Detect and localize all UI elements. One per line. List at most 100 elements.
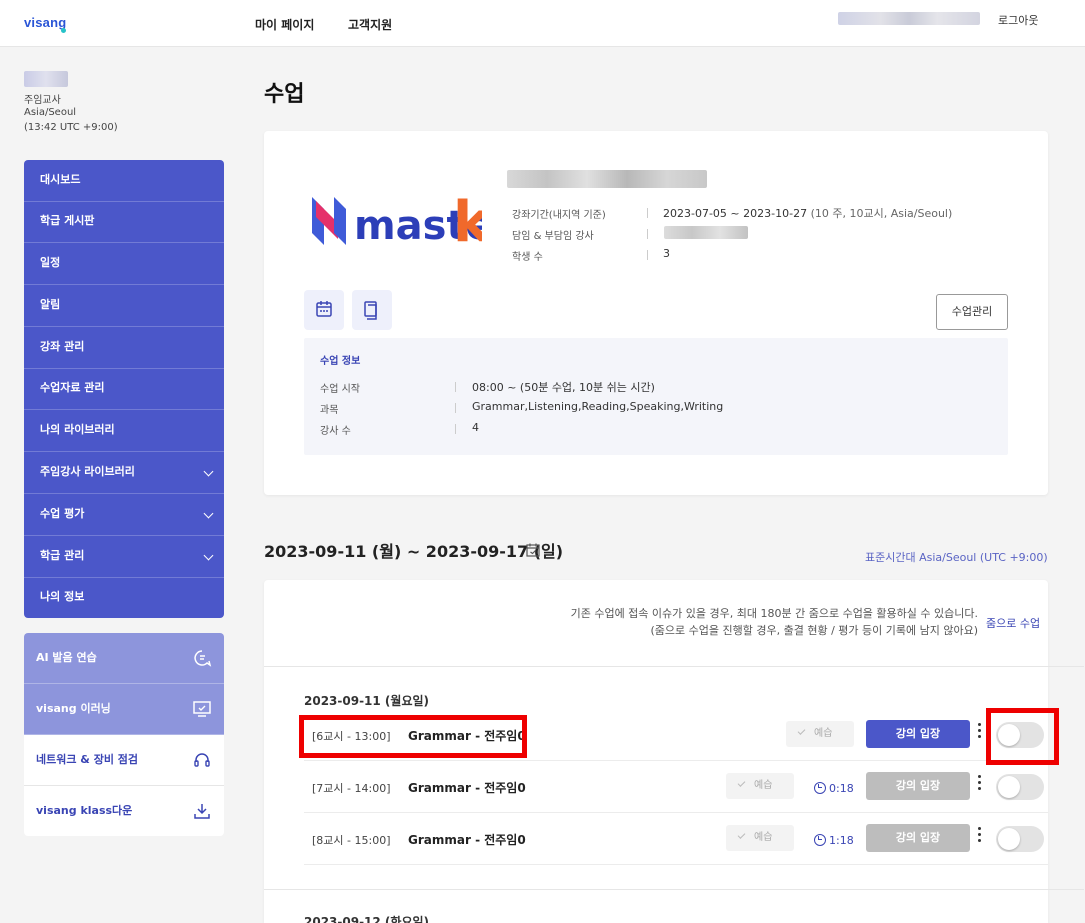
sidebar-item-label: 학급 관리 bbox=[40, 549, 85, 562]
period-label: [6교시 - 13:00] bbox=[312, 730, 391, 743]
students-value: 3 bbox=[663, 247, 670, 260]
sidebar-item-schedule[interactable]: 일정 bbox=[24, 243, 224, 285]
more-options-icon[interactable] bbox=[978, 775, 982, 795]
enter-class-button[interactable]: 강의 입장 bbox=[866, 824, 970, 852]
logout-link[interactable]: 로그아웃 bbox=[998, 12, 1038, 28]
sidebar-item-my-library[interactable]: 나의 라이브러리 bbox=[24, 410, 224, 452]
divider bbox=[264, 666, 1084, 667]
day-label: 2023-09-11 (월요일) bbox=[304, 694, 430, 708]
course-period-label: 강좌기간(내지역 기준) bbox=[512, 210, 606, 221]
teachers-label: 담임 & 부담임 강사 bbox=[512, 231, 594, 242]
preview-button[interactable]: 예습 bbox=[726, 773, 794, 799]
class-toggle[interactable] bbox=[996, 826, 1044, 852]
schedule-card: 기존 수업에 접속 이슈가 있을 경우, 최대 180분 간 줌으로 수업을 활… bbox=[264, 580, 1084, 923]
chevron-down-icon bbox=[203, 508, 214, 519]
preview-label: 예습 bbox=[754, 832, 773, 843]
toggle-knob bbox=[998, 828, 1020, 850]
period-label: [8교시 - 15:00] bbox=[312, 834, 391, 847]
countdown-timer: 0:18 bbox=[814, 782, 854, 795]
timer-value: 1:18 bbox=[829, 834, 854, 847]
class-info-title: 수업 정보 bbox=[320, 356, 361, 367]
students-label: 학생 수 bbox=[512, 252, 543, 263]
subject-label: Grammar - 전주임0 bbox=[408, 729, 526, 743]
class-manage-button[interactable]: 수업관리 bbox=[936, 294, 1008, 330]
more-options-icon[interactable] bbox=[978, 827, 982, 847]
sidebar-item-class-management[interactable]: 학급 관리 bbox=[24, 536, 224, 578]
sidebar-item-materials[interactable]: 수업자료 관리 bbox=[24, 368, 224, 410]
nav-my-page[interactable]: 마이 페이지 bbox=[255, 16, 314, 33]
teachers-redacted bbox=[664, 226, 748, 239]
sidebar-extra-label: AI 발음 연습 bbox=[36, 651, 97, 664]
sidebar-item-course-management[interactable]: 강좌 관리 bbox=[24, 327, 224, 369]
schedule-row: [7교시 - 14:00] Grammar - 전주임0 예습 0:18 강의 … bbox=[304, 763, 1048, 813]
user-name-redacted bbox=[838, 12, 980, 25]
more-options-icon[interactable] bbox=[978, 723, 982, 743]
zoom-class-link[interactable]: 줌으로 수업 bbox=[986, 615, 1040, 631]
sidebar-extra-label: visang klass다운 bbox=[36, 804, 133, 817]
enter-class-button[interactable]: 강의 입장 bbox=[866, 772, 970, 800]
preview-label: 예습 bbox=[754, 780, 773, 791]
sidebar-extra-download[interactable]: visang klass다운 bbox=[24, 786, 224, 836]
sidebar-extra-ai-pronunciation[interactable]: AI 발음 연습 bbox=[24, 633, 224, 684]
class-toggle[interactable] bbox=[996, 774, 1044, 800]
zoom-notice: 기존 수업에 접속 이슈가 있을 경우, 최대 180분 간 줌으로 수업을 활… bbox=[571, 605, 978, 639]
divider bbox=[264, 889, 1084, 890]
sidebar-item-label: 일정 bbox=[40, 256, 61, 269]
sidebar-item-notifications[interactable]: 알림 bbox=[24, 285, 224, 327]
sidebar-item-label: 수업 평가 bbox=[40, 507, 85, 520]
calendar-check-icon[interactable] bbox=[526, 543, 540, 557]
nav-customer-support[interactable]: 고객지원 bbox=[348, 16, 392, 33]
class-toggle[interactable] bbox=[996, 722, 1044, 748]
teacher-count-label: 강사 수 bbox=[320, 426, 351, 437]
sidebar-item-lead-library[interactable]: 주임강사 라이브러리 bbox=[24, 452, 224, 494]
sidebar-menu: 대시보드 학급 게시판 일정 알림 강좌 관리 수업자료 관리 나의 라이브러리… bbox=[24, 160, 224, 618]
preview-button[interactable]: 예습 bbox=[726, 825, 794, 851]
sidebar-extra-elearning[interactable]: visang 이러닝 bbox=[24, 684, 224, 735]
download-icon bbox=[194, 804, 210, 819]
period-label: [7교시 - 14:00] bbox=[312, 782, 391, 795]
calendar-button[interactable] bbox=[304, 290, 344, 330]
timezone-note: 표준시간대 Asia/Seoul (UTC +9:00) bbox=[865, 551, 1048, 564]
clock-icon bbox=[814, 782, 826, 794]
logo-dot bbox=[61, 28, 66, 33]
check-icon bbox=[797, 727, 806, 735]
sidebar-item-label: 알림 bbox=[40, 298, 61, 311]
preview-label: 예습 bbox=[814, 728, 833, 739]
course-card: master k 강좌기간(내지역 기준) 2023-07-05 ~ 2023-… bbox=[264, 131, 1048, 495]
divider bbox=[647, 229, 648, 239]
notes-button[interactable] bbox=[352, 290, 392, 330]
sidebar-item-dashboard[interactable]: 대시보드 bbox=[24, 160, 224, 202]
profile-name-redacted bbox=[24, 71, 68, 87]
zoom-notice-line1: 기존 수업에 접속 이슈가 있을 경우, 최대 180분 간 줌으로 수업을 활… bbox=[570, 607, 978, 620]
divider bbox=[647, 208, 648, 218]
subjects-value: Grammar,Listening,Reading,Speaking,Writi… bbox=[472, 400, 724, 413]
sidebar-item-class-board[interactable]: 학급 게시판 bbox=[24, 201, 224, 243]
sidebar-item-label: 강좌 관리 bbox=[40, 340, 85, 353]
countdown-timer: 1:18 bbox=[814, 834, 854, 847]
class-start-label: 수업 시작 bbox=[320, 384, 360, 395]
profile-role: 주임교사 bbox=[24, 95, 61, 106]
master-k-logo: master k bbox=[312, 190, 482, 253]
visang-logo[interactable]: visang bbox=[24, 15, 67, 33]
divider bbox=[647, 250, 648, 260]
sidebar-extra-network-check[interactable]: 네트워크 & 장비 점검 bbox=[24, 735, 224, 786]
class-info-panel: 수업 정보 수업 시작 08:00 ~ (50분 수업, 10분 쉬는 시간) … bbox=[304, 338, 1008, 455]
sidebar-extra-label: 네트워크 & 장비 점검 bbox=[36, 753, 139, 766]
divider bbox=[455, 382, 456, 392]
check-icon bbox=[737, 779, 746, 787]
sidebar-item-class-evaluation[interactable]: 수업 평가 bbox=[24, 494, 224, 536]
class-start-value: 08:00 ~ (50분 수업, 10분 쉬는 시간) bbox=[472, 381, 655, 394]
sidebar-extra-label: visang 이러닝 bbox=[36, 702, 111, 715]
document-icon bbox=[364, 301, 377, 320]
sidebar-item-label: 수업자료 관리 bbox=[40, 381, 105, 394]
logo-text: visang bbox=[24, 15, 67, 30]
subject-label: Grammar - 전주임0 bbox=[408, 781, 526, 795]
sidebar-extras: AI 발음 연습 visang 이러닝 네트워크 & 장비 점검 visang … bbox=[24, 633, 224, 836]
enter-class-button[interactable]: 강의 입장 bbox=[866, 720, 970, 748]
speech-icon bbox=[194, 650, 212, 667]
monitor-icon bbox=[193, 701, 211, 717]
sidebar-item-my-info[interactable]: 나의 정보 bbox=[24, 577, 224, 618]
toggle-knob bbox=[998, 776, 1020, 798]
toggle-knob bbox=[998, 724, 1020, 746]
preview-button[interactable]: 예습 bbox=[786, 721, 854, 747]
